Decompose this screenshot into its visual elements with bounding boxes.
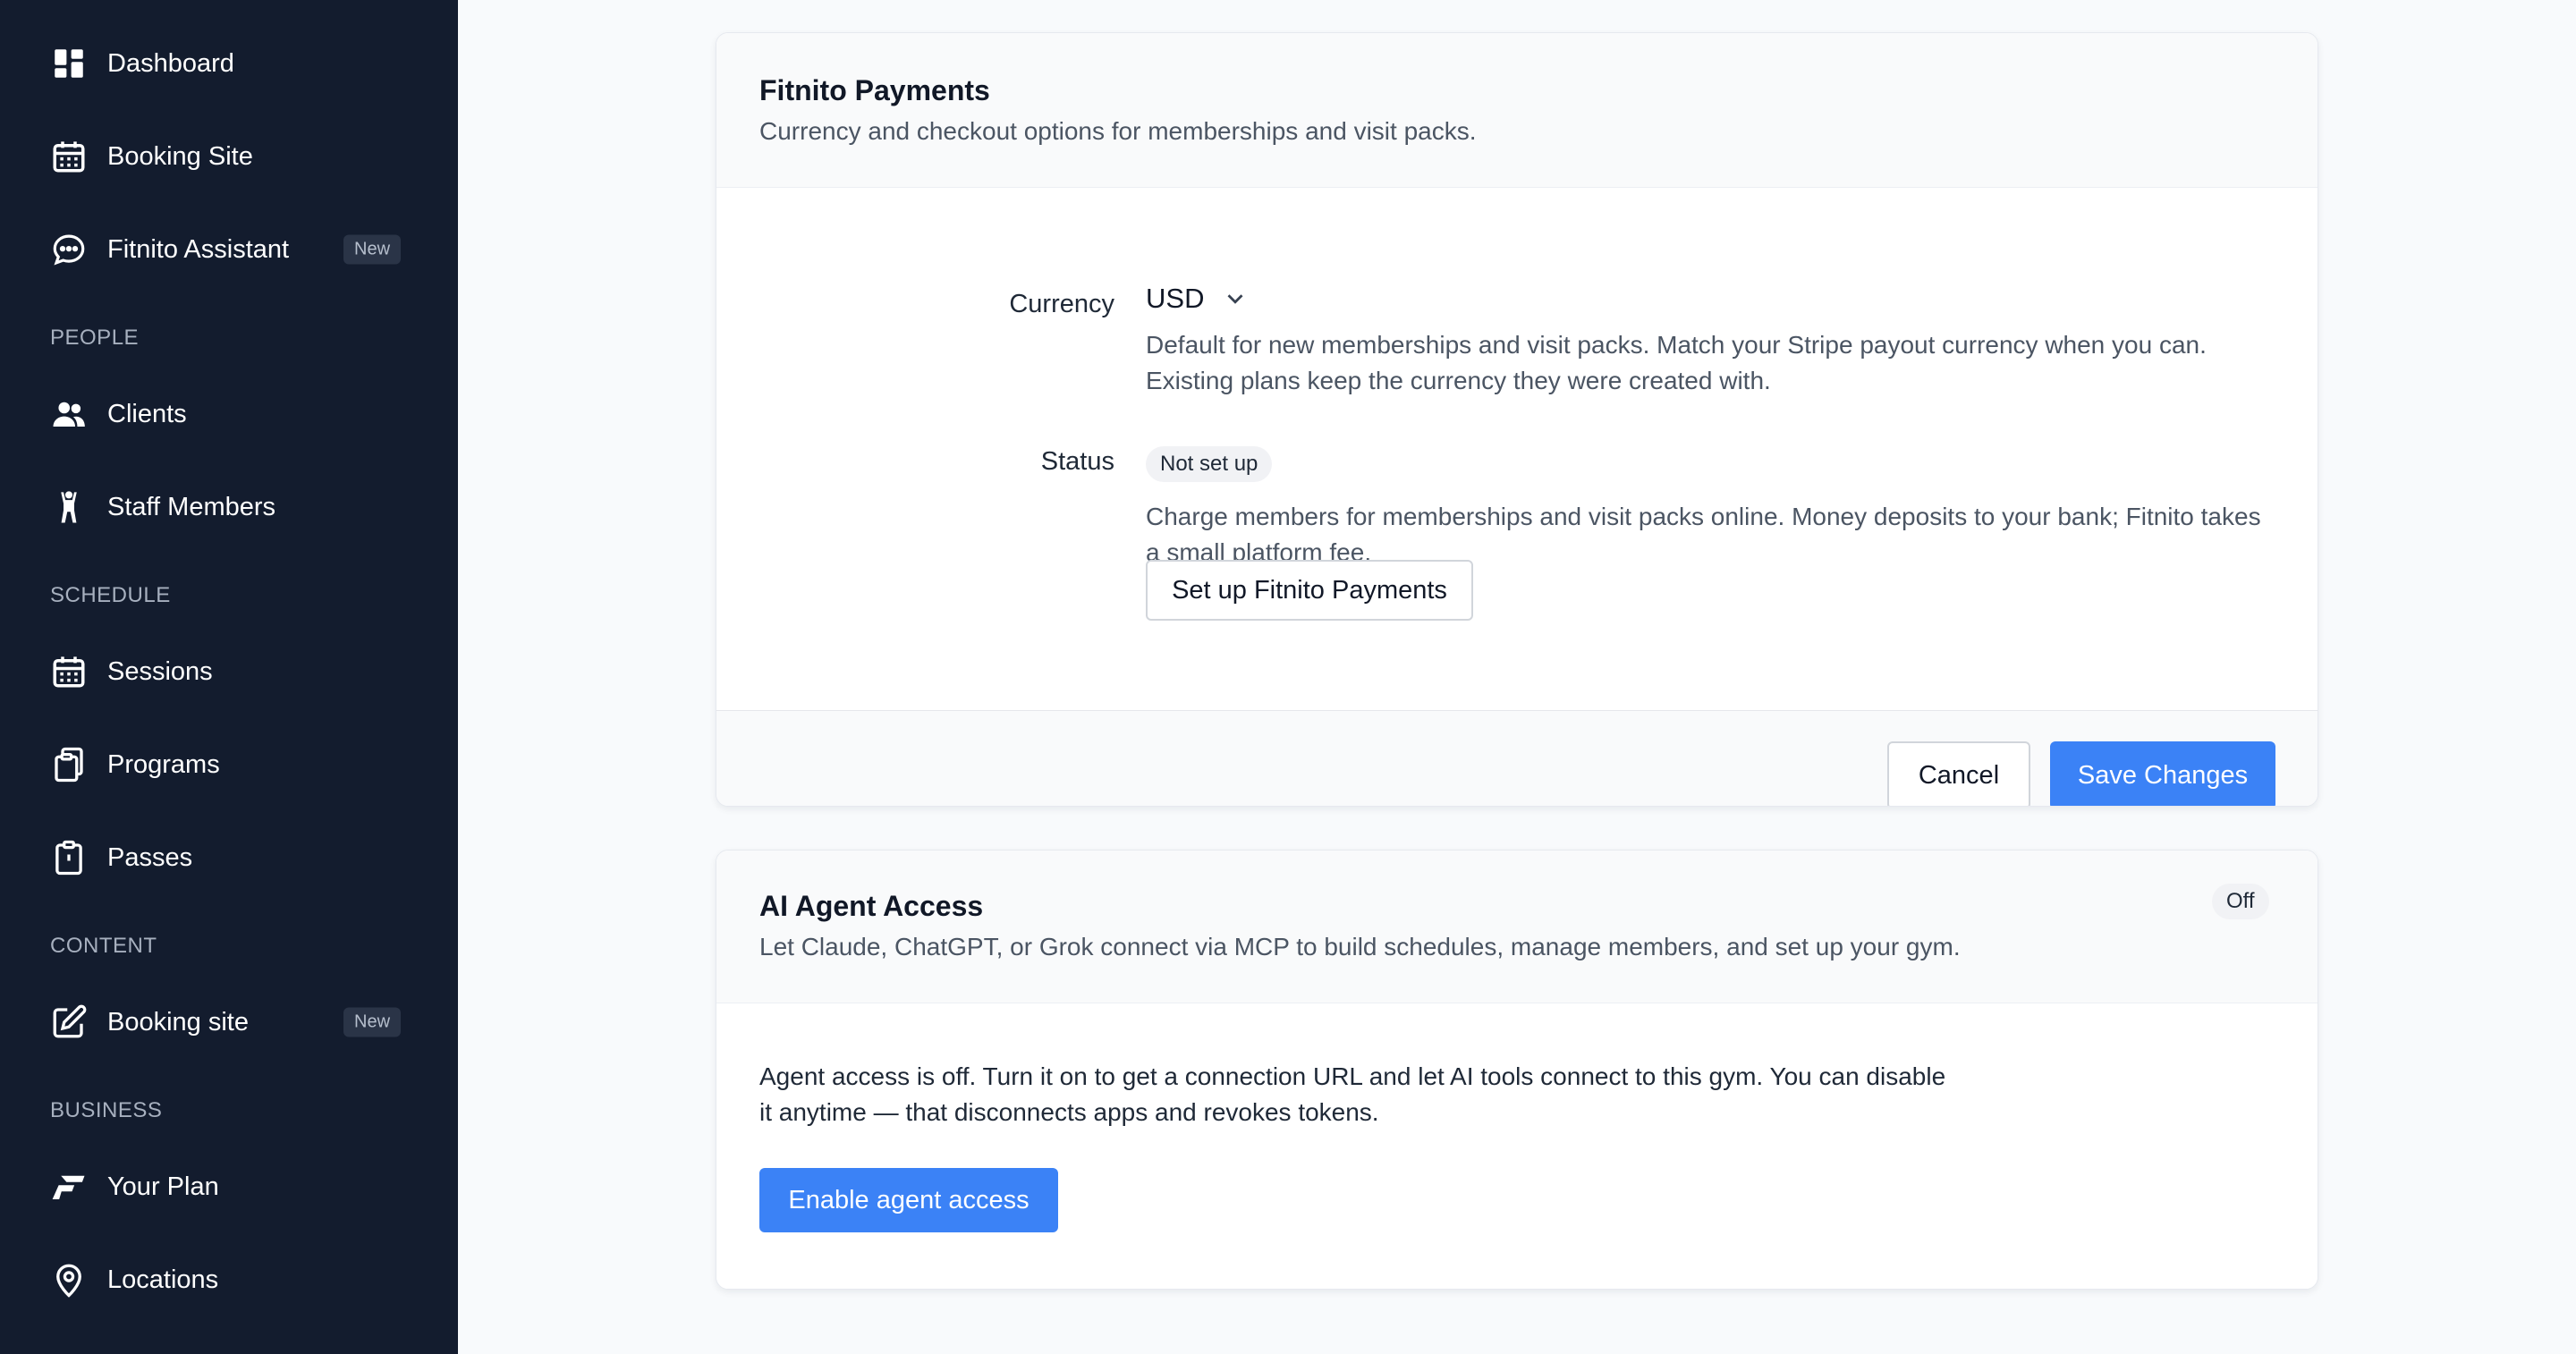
sidebar-item-label: Staff Members — [107, 492, 276, 521]
payments-card: Fitnito Payments Currency and checkout o… — [716, 32, 2318, 807]
new-badge: New — [343, 1007, 402, 1037]
section-header-people: PEOPLE — [50, 326, 140, 350]
new-badge: New — [343, 234, 402, 265]
sidebar-item-label: Passes — [107, 842, 193, 872]
clipboard-icon — [50, 839, 88, 876]
sidebar-item-staff-members[interactable]: Staff Members — [50, 480, 408, 534]
currency-help-text: Default for new memberships and visit pa… — [1146, 331, 2207, 394]
sidebar-item-label: Your Plan — [107, 1172, 219, 1201]
map-pin-icon — [50, 1261, 88, 1299]
payments-card-header: Fitnito Payments Currency and checkout o… — [716, 33, 2318, 188]
agent-subtitle: Let Claude, ChatGPT, or Grok connect via… — [759, 933, 1961, 960]
status-badge: Not set up — [1146, 446, 1273, 482]
sidebar-item-label: Booking site — [107, 1007, 249, 1037]
sidebar-item-label: Clients — [107, 399, 187, 428]
sidebar-item-label: Dashboard — [107, 48, 234, 78]
sidebar-item-clients[interactable]: Clients — [50, 387, 408, 441]
sidebar-item-booking-site[interactable]: Booking Site — [50, 130, 408, 183]
enable-agent-access-button[interactable]: Enable agent access — [759, 1168, 1058, 1232]
clipboard-copy-icon — [50, 746, 88, 783]
sidebar-item-your-plan[interactable]: Your Plan — [50, 1160, 408, 1214]
payments-subtitle: Currency and checkout options for member… — [759, 117, 1477, 145]
sidebar-item-sessions[interactable]: Sessions — [50, 645, 408, 698]
agent-title: AI Agent Access — [759, 890, 984, 922]
calendar-icon — [50, 653, 88, 690]
sidebar: Dashboard Booking Site Fitnito Assistant… — [0, 0, 458, 1354]
person-icon — [50, 488, 88, 526]
section-header-schedule: SCHEDULE — [50, 583, 171, 607]
sidebar-item-booking-site-editor[interactable]: Booking site New — [50, 995, 408, 1049]
users-icon — [50, 395, 88, 433]
section-header-content: CONTENT — [50, 934, 157, 958]
agent-card-body: Agent access is off. Turn it on to get a… — [716, 1003, 2318, 1289]
setup-payments-button[interactable]: Set up Fitnito Payments — [1146, 560, 1473, 621]
fitnito-logo-icon — [50, 1168, 88, 1206]
agent-access-card: AI Agent Access Let Claude, ChatGPT, or … — [716, 850, 2318, 1290]
payments-title: Fitnito Payments — [759, 74, 990, 106]
calendar-icon — [50, 138, 88, 175]
sidebar-item-label: Booking Site — [107, 141, 253, 171]
edit-icon — [50, 1003, 88, 1041]
sidebar-item-label: Locations — [107, 1265, 219, 1294]
currency-select[interactable]: USD — [1146, 279, 1249, 318]
agent-card-header: AI Agent Access Let Claude, ChatGPT, or … — [716, 850, 2318, 1003]
status-label: Status — [1040, 447, 1114, 476]
chat-bubble-icon — [50, 231, 88, 268]
section-header-business: BUSINESS — [50, 1098, 163, 1122]
sidebar-item-programs[interactable]: Programs — [50, 738, 408, 791]
sidebar-item-label: Sessions — [107, 656, 213, 686]
sidebar-item-dashboard[interactable]: Dashboard — [50, 37, 408, 90]
save-changes-button[interactable]: Save Changes — [2050, 741, 2275, 806]
sidebar-item-passes[interactable]: Passes — [50, 831, 408, 884]
currency-label: Currency — [1009, 290, 1114, 318]
sidebar-item-fitnito-assistant[interactable]: Fitnito Assistant New — [50, 223, 408, 276]
currency-value: USD — [1146, 283, 1205, 314]
agent-description: Agent access is off. Turn it on to get a… — [759, 1062, 1946, 1126]
agent-status-badge: Off — [2212, 884, 2269, 919]
dashboard-icon — [50, 45, 88, 82]
sidebar-item-label: Fitnito Assistant — [107, 234, 290, 264]
sidebar-item-locations[interactable]: Locations — [50, 1253, 408, 1307]
cancel-button[interactable]: Cancel — [1887, 741, 2030, 806]
payments-card-body: Currency USD Default for new memberships… — [716, 188, 2318, 710]
payments-card-footer: Cancel Save Changes — [716, 710, 2318, 806]
sidebar-item-label: Programs — [107, 749, 220, 779]
chevron-down-icon — [1222, 285, 1249, 312]
